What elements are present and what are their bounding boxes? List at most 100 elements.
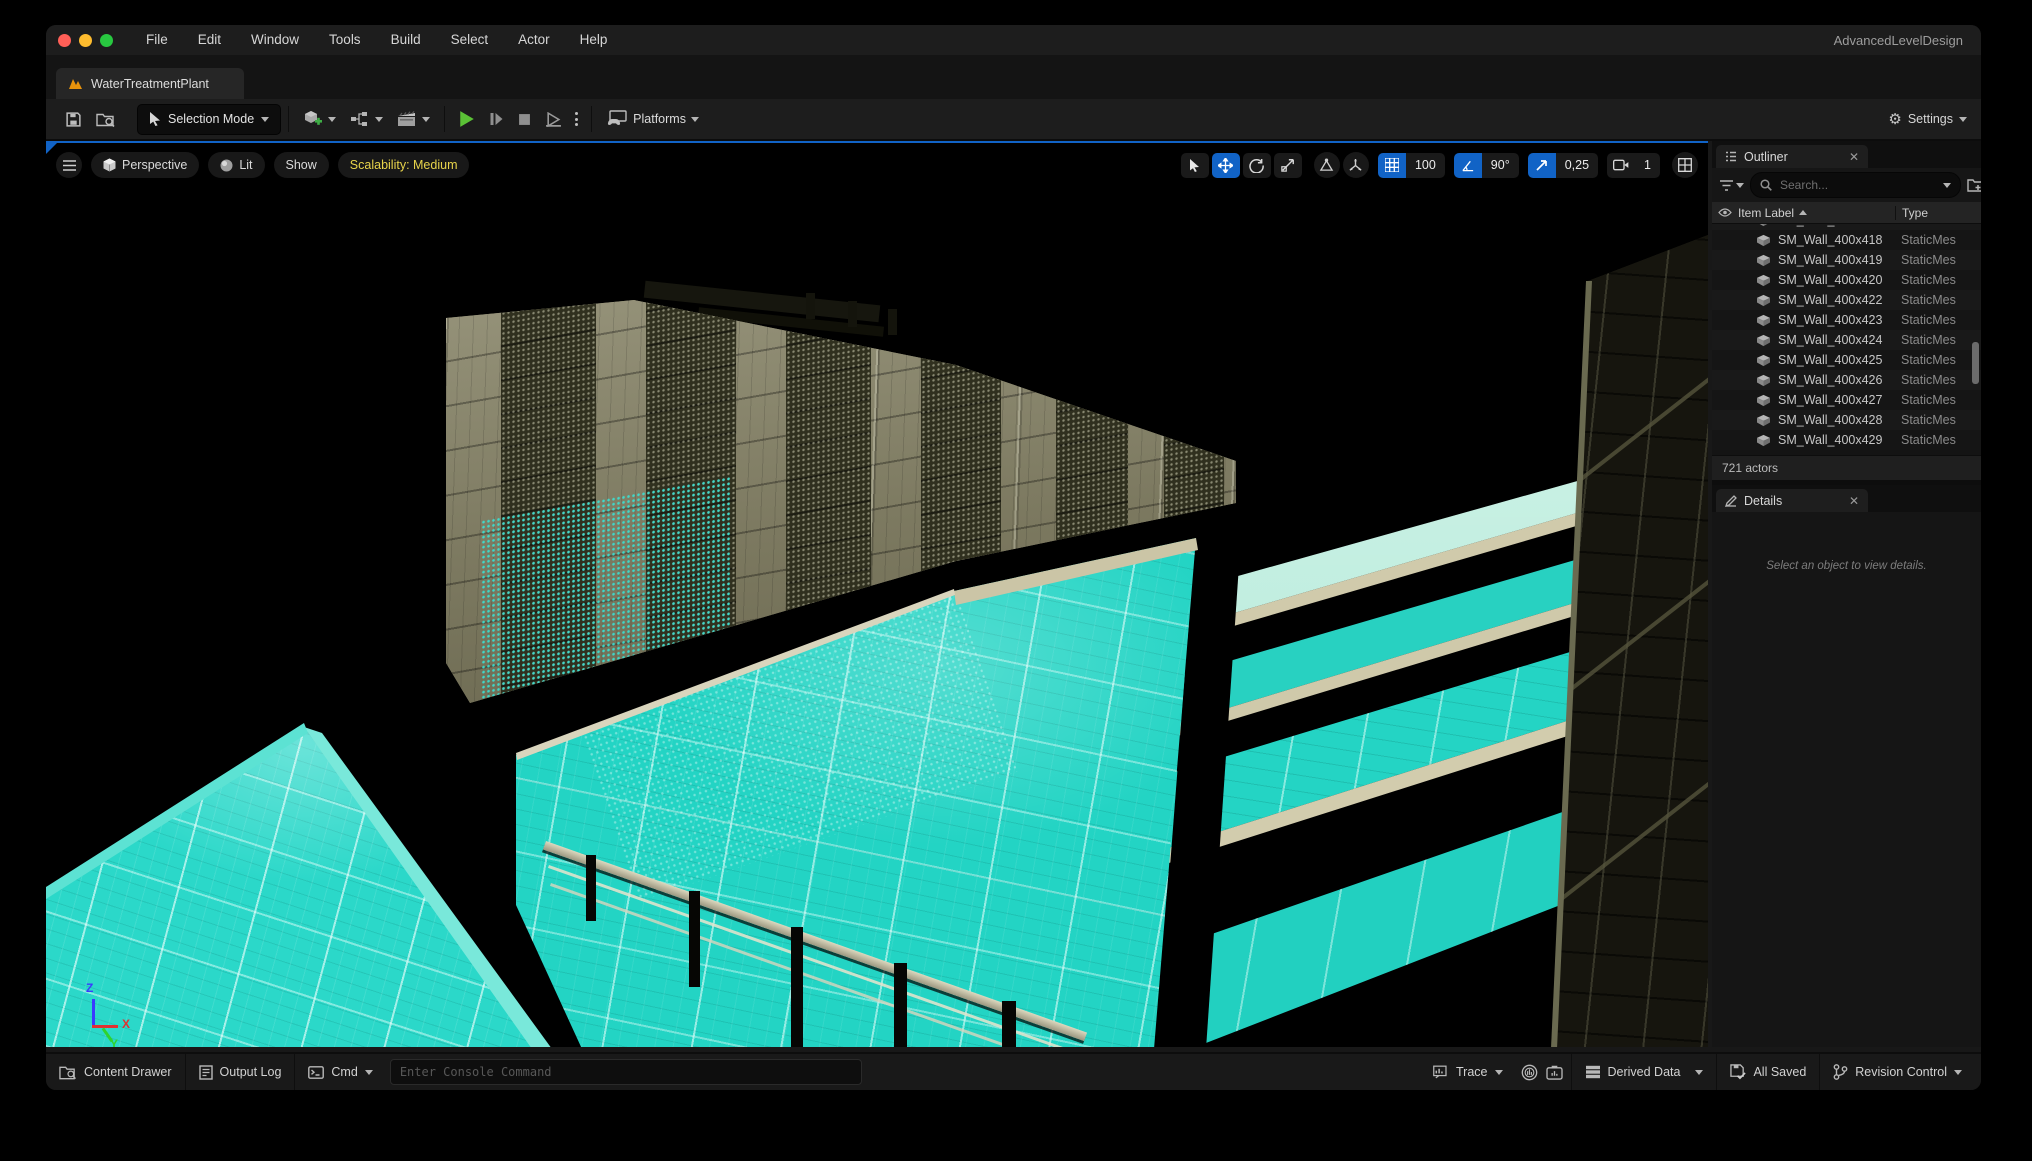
close-icon[interactable]: ✕ (1849, 150, 1859, 164)
outliner-search[interactable] (1750, 172, 1961, 198)
outliner-row[interactable]: SM_Wall_400x424StaticMes (1712, 330, 1981, 350)
scale-icon (1281, 158, 1295, 172)
play-icon (459, 110, 475, 128)
chevron-down-icon (691, 117, 699, 122)
cmd-dropdown[interactable]: Cmd (295, 1054, 385, 1090)
menu-actor[interactable]: Actor (503, 25, 565, 55)
surface-snap-button[interactable] (1314, 152, 1340, 178)
perspective-dropdown[interactable]: Perspective (91, 152, 199, 178)
chevron-down-icon (365, 1070, 373, 1075)
save-button[interactable] (58, 104, 89, 134)
scale-snap-value[interactable]: 0,25 (1556, 153, 1598, 178)
menu-build[interactable]: Build (376, 25, 436, 55)
outliner-row[interactable]: SM_Wall_400x422StaticMes (1712, 290, 1981, 310)
blueprints-button[interactable] (343, 104, 390, 134)
all-saved-button[interactable]: All Saved (1717, 1054, 1819, 1090)
trace-dropdown[interactable]: Trace (1420, 1054, 1516, 1090)
insights-session-button[interactable] (1516, 1054, 1543, 1090)
outliner-row[interactable]: SM_Wall_400x429StaticMes (1712, 430, 1981, 450)
minimize-button[interactable] (79, 34, 92, 47)
scale-snap-button[interactable] (1528, 153, 1556, 178)
chevron-down-icon (422, 117, 430, 122)
platforms-dropdown[interactable]: Platforms (599, 104, 706, 134)
outliner-row[interactable]: SM_Wall_400x418StaticMes (1712, 230, 1981, 250)
outliner-row[interactable]: SM_Wall_400x425StaticMes (1712, 350, 1981, 370)
trace-screenshot-button[interactable] (1543, 1054, 1571, 1090)
play-button[interactable] (452, 104, 482, 134)
close-icon[interactable]: ✕ (1849, 494, 1859, 508)
selection-mode-dropdown[interactable]: Selection Mode (137, 104, 281, 135)
move-tool-button[interactable] (1212, 153, 1240, 178)
outliner-list[interactable]: SM_Wall_400x417StaticMesSM_Wall_400x418S… (1712, 224, 1981, 455)
static-mesh-icon (1756, 254, 1771, 267)
outliner-row[interactable]: SM_Wall_400x426StaticMes (1712, 370, 1981, 390)
item-label-column-header[interactable]: Item Label (1738, 206, 1895, 220)
outliner-scrollbar[interactable] (1972, 342, 1979, 384)
grid-snap-value[interactable]: 100 (1406, 153, 1445, 178)
camera-speed-button[interactable] (1607, 153, 1635, 178)
search-input[interactable] (1778, 177, 1937, 193)
toolbar-separator (288, 106, 289, 132)
menu-edit[interactable]: Edit (183, 25, 236, 55)
filter-button[interactable] (1720, 180, 1744, 191)
actor-label: SM_Wall_400x419 (1778, 253, 1901, 267)
outliner-row[interactable]: SM_Wall_400x423StaticMes (1712, 310, 1981, 330)
settings-dropdown[interactable]: ⚙ Settings (1888, 112, 1967, 127)
viewport-options-button[interactable] (56, 152, 82, 178)
level-tab[interactable]: WaterTreatmentPlant (56, 68, 244, 99)
outliner-row[interactable]: SM_Wall_400x427StaticMes (1712, 390, 1981, 410)
play-from-here-button[interactable] (538, 104, 569, 134)
details-icon (1725, 495, 1737, 507)
stop-button[interactable] (511, 104, 538, 134)
static-mesh-icon (1756, 334, 1771, 347)
frame-skip-button[interactable] (482, 104, 511, 134)
grid-snap-group: 100 (1378, 153, 1445, 178)
lit-dropdown[interactable]: Lit (208, 152, 264, 178)
axis-gizmo: Z X Y (70, 981, 160, 1047)
menu-window[interactable]: Window (236, 25, 314, 55)
outliner-row[interactable]: SM_Wall_400x428StaticMes (1712, 410, 1981, 430)
show-dropdown[interactable]: Show (274, 152, 329, 178)
type-column-header[interactable]: Type (1895, 206, 1981, 220)
camera-icon (1613, 159, 1629, 171)
derived-data-dropdown[interactable]: Derived Data (1572, 1054, 1717, 1090)
rotate-tool-button[interactable] (1243, 153, 1271, 178)
select-tool-button[interactable] (1181, 153, 1209, 178)
camera-speed-value[interactable]: 1 (1635, 153, 1660, 178)
menu-select[interactable]: Select (436, 25, 504, 55)
outliner-row[interactable]: SM_Wall_400x419StaticMes (1712, 250, 1981, 270)
cinematics-button[interactable] (390, 104, 437, 134)
scalability-badge[interactable]: Scalability: Medium (338, 152, 470, 178)
content-drawer-button[interactable]: Content Drawer (46, 1054, 185, 1090)
zoom-button[interactable] (100, 34, 113, 47)
scale-tool-button[interactable] (1274, 153, 1302, 178)
eye-icon (1718, 208, 1732, 217)
world-space-button[interactable] (1343, 152, 1369, 178)
asset-tab-strip: WaterTreatmentPlant (46, 55, 1981, 100)
viewport-canvas[interactable]: Z X Y Perspective Lit Show (46, 141, 1708, 1047)
revision-control-dropdown[interactable]: Revision Control (1820, 1054, 1975, 1090)
rotation-snap-value[interactable]: 90° (1482, 153, 1519, 178)
visibility-column-header[interactable] (1712, 208, 1738, 217)
maximize-viewport-button[interactable] (1672, 152, 1698, 178)
outliner-row[interactable]: SM_Wall_400x420StaticMes (1712, 270, 1981, 290)
cmd-label: Cmd (331, 1065, 357, 1079)
lit-label: Lit (239, 158, 252, 172)
menu-help[interactable]: Help (565, 25, 623, 55)
menu-file[interactable]: File (131, 25, 183, 55)
sphere-icon (220, 159, 233, 172)
add-actor-button[interactable] (296, 104, 343, 134)
output-log-button[interactable]: Output Log (186, 1054, 295, 1090)
details-tab-strip: Details ✕ (1712, 485, 1981, 512)
rotation-snap-button[interactable] (1454, 153, 1482, 178)
menu-tools[interactable]: Tools (314, 25, 376, 55)
grid-snap-button[interactable] (1378, 153, 1406, 178)
close-button[interactable] (58, 34, 71, 47)
stop-icon (518, 113, 531, 126)
content-browser-button[interactable] (89, 104, 123, 134)
console-command-input[interactable] (390, 1059, 862, 1085)
tab-outliner[interactable]: Outliner ✕ (1716, 145, 1868, 168)
tab-details[interactable]: Details ✕ (1716, 489, 1868, 512)
create-folder-button[interactable] (1967, 178, 1981, 192)
play-options-kebab[interactable] (569, 112, 584, 126)
